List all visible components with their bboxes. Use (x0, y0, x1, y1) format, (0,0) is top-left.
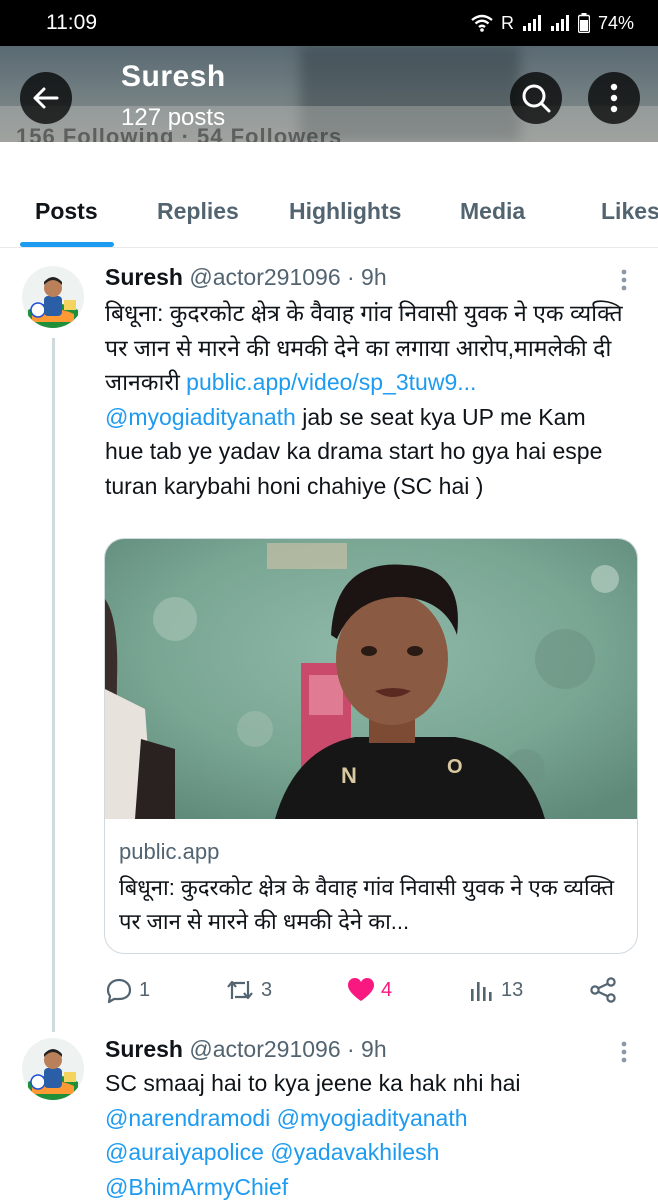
link-card[interactable]: N O public.app बिधूना: कुदरकोट क्षेत्र क… (104, 538, 638, 954)
network-label: R (500, 12, 514, 33)
tab-replies[interactable]: Replies (157, 182, 239, 248)
more-options-button[interactable] (588, 72, 640, 124)
back-arrow-icon (33, 87, 59, 109)
like-count: 4 (381, 978, 393, 1001)
tab-posts[interactable]: Posts (35, 182, 98, 248)
signal-icon (550, 15, 569, 31)
profile-name: Suresh (121, 60, 226, 93)
search-button[interactable] (510, 72, 562, 124)
status-time: 11:09 (46, 11, 97, 34)
tweet-more-button[interactable] (612, 266, 636, 296)
author-name[interactable]: Suresh (105, 264, 183, 290)
card-thumbnail: N O (105, 539, 637, 819)
mention-links[interactable]: @narendramodi @myogiadityanath (105, 1101, 630, 1136)
tweet-more-button[interactable] (612, 1038, 636, 1068)
mention-links[interactable]: @auraiyapolice @yadavakhilesh (105, 1135, 630, 1170)
tweet-text: SC smaaj hai to kya jeene ka hak nhi hai… (105, 1066, 630, 1200)
author-handle-time: @actor291096 · 9h (189, 1036, 387, 1062)
card-title: बिधूना: कुदरकोट क्षेत्र के वैवाह गांव नि… (119, 875, 615, 934)
battery-percent: 74% (597, 12, 634, 33)
reply-button[interactable]: 1 (105, 972, 150, 1008)
status-icons: R 74% (471, 13, 634, 34)
svg-text:O: O (447, 756, 463, 778)
tweet-actions: 1 3 4 13 (105, 972, 625, 1008)
tweet-text: बिधूना: कुदरकोट क्षेत्र के वैवाह गांव नि… (105, 296, 630, 503)
thread-connector (52, 338, 55, 1032)
repost-icon (227, 980, 253, 1000)
profile-tabs: Posts Replies Highlights Media Likes (0, 182, 658, 248)
tab-highlights[interactable]: Highlights (289, 182, 401, 248)
more-vertical-icon (621, 269, 627, 291)
tab-media[interactable]: Media (460, 182, 525, 248)
tweet-header: Suresh @actor291096 · 9h (105, 1036, 387, 1063)
reply-count: 1 (139, 978, 151, 1001)
views-button[interactable]: 13 (469, 972, 523, 1008)
signal-icon (522, 15, 541, 31)
heart-filled-icon (348, 978, 374, 1001)
tab-likes[interactable]: Likes (601, 182, 658, 248)
profile-header: 156 Following · 54 Followers Suresh 127 … (0, 46, 658, 142)
svg-text:N: N (341, 763, 357, 788)
avatar[interactable] (22, 266, 84, 328)
author-name[interactable]: Suresh (105, 1036, 183, 1062)
status-bar: 11:09 R 74% (0, 0, 658, 46)
more-vertical-icon (610, 83, 618, 113)
view-count: 13 (501, 978, 524, 1001)
author-handle-time: @actor291096 · 9h (189, 264, 387, 290)
card-domain: public.app (119, 839, 220, 864)
mention-link[interactable]: @myogiadityanath (105, 404, 296, 430)
avatar[interactable] (22, 1038, 84, 1100)
wifi-icon (471, 14, 493, 32)
share-icon (590, 977, 616, 1003)
views-chart-icon (471, 982, 492, 1001)
post-count: 127 posts (121, 104, 226, 131)
video-link[interactable]: public.app/video/sp_3tuw9... (186, 369, 476, 395)
more-vertical-icon (621, 1041, 627, 1063)
tweet-header: Suresh @actor291096 · 9h (105, 264, 387, 291)
mention-links[interactable]: @BhimArmyChief (105, 1170, 630, 1200)
reply-icon (106, 978, 132, 1004)
repost-button[interactable]: 3 (225, 972, 272, 1008)
share-button[interactable] (589, 972, 617, 1008)
active-tab-indicator (20, 242, 114, 247)
like-button[interactable]: 4 (347, 972, 392, 1008)
battery-icon (577, 13, 590, 33)
search-icon (522, 84, 551, 113)
back-button[interactable] (20, 72, 72, 124)
repost-count: 3 (261, 978, 273, 1001)
tweet-body: SC smaaj hai to kya jeene ka hak nhi hai (105, 1070, 521, 1096)
